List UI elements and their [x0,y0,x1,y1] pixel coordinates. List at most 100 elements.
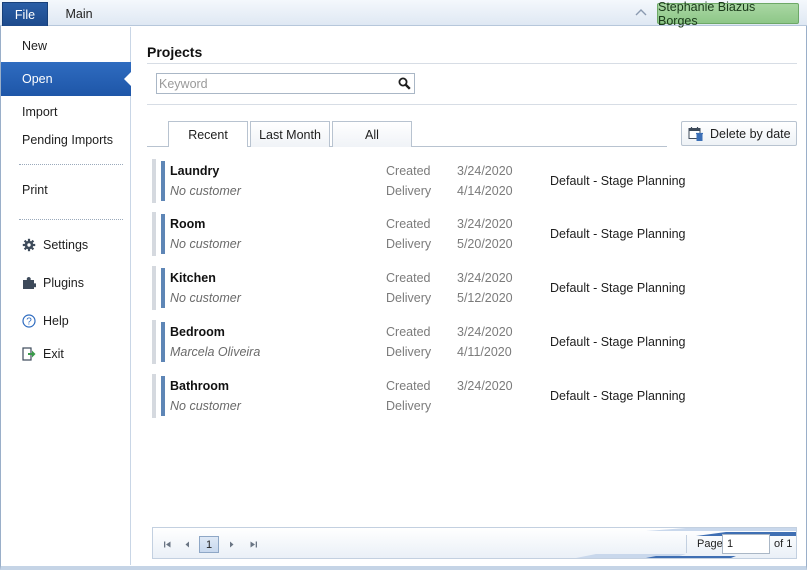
sidebar-item-label: New [22,39,48,53]
sidebar-item-label: Import [22,105,58,119]
project-name: Kitchen [170,271,216,285]
puzzle-icon [23,277,36,289]
sidebar-divider [19,164,123,165]
tab-last-month[interactable]: Last Month [250,121,330,147]
page-title: Projects [147,44,203,60]
sidebar-divider [19,219,123,220]
tab-recent[interactable]: Recent [168,121,248,147]
project-workflow: Default - Stage Planning [550,389,686,403]
created-date: 3/24/2020 [457,325,513,339]
project-customer: No customer [170,184,241,198]
page-label: Page [697,538,723,550]
first-page-button[interactable] [159,536,175,552]
next-page-button[interactable] [223,536,239,552]
delete-by-date-button[interactable]: Delete by date [681,121,797,146]
delivery-label: Delivery [386,345,432,359]
row-marker [161,268,165,308]
project-name: Laundry [170,164,220,178]
delete-by-date-label: Delete by date [710,126,791,141]
project-row[interactable]: Bedroom Marcela Oliveira Created Deliver… [152,320,797,364]
row-edge [152,159,156,203]
sidebar-item-exit[interactable]: Exit [1,341,131,367]
pager-divider [686,535,687,553]
pager: 1 Page of 1 [152,527,797,559]
search-input[interactable] [159,75,393,92]
delivery-label: Delivery [386,237,432,251]
delivery-label: Delivery [386,291,432,305]
search-box[interactable] [156,73,415,94]
sidebar-item-label: Print [22,183,48,197]
created-label: Created [386,217,431,231]
delivery-label: Delivery [386,399,432,413]
tab-all[interactable]: All [332,121,412,147]
project-row[interactable]: Kitchen No customer Created Delivery 3/2… [152,266,797,310]
delivery-date: 4/11/2020 [457,345,512,359]
project-workflow: Default - Stage Planning [550,281,686,295]
project-customer: No customer [170,291,241,305]
created-date: 3/24/2020 [457,271,513,285]
sidebar-item-new[interactable]: New [1,33,131,59]
sidebar-item-plugins[interactable]: Plugins [1,270,131,296]
project-workflow: Default - Stage Planning [550,227,686,241]
tab-main[interactable]: Main [50,2,108,26]
sidebar-item-settings[interactable]: Settings [1,232,131,258]
sidebar-item-open[interactable]: Open [1,62,132,96]
project-name: Bathroom [170,379,230,393]
project-row[interactable]: Room No customer Created Delivery 3/24/2… [152,212,797,256]
delivery-date: 5/20/2020 [457,237,513,251]
sidebar-item-label: Help [43,314,69,328]
prev-page-button[interactable] [179,536,195,552]
page-input[interactable] [722,534,770,554]
created-date: 3/24/2020 [457,379,513,393]
created-label: Created [386,379,431,393]
last-page-button[interactable] [245,536,261,552]
page-count: of 1 [774,538,793,550]
project-customer: No customer [170,237,241,251]
project-row[interactable]: Laundry No customer Created Delivery 3/2… [152,159,797,203]
delivery-date: 5/12/2020 [457,291,513,305]
project-name: Room [170,217,206,231]
chevron-up-icon[interactable] [634,6,648,18]
user-badge[interactable]: Stephanie Biazus Borges [657,0,799,28]
row-edge [152,374,156,418]
next-page-icon [229,541,233,547]
project-name: Bedroom [170,325,225,339]
sidebar-item-label: Plugins [43,276,84,290]
sidebar-item-import[interactable]: Import [1,99,131,125]
projects-panel: Projects Recent Last Month All Delete by… [132,27,805,565]
sidebar-item-label: Settings [43,238,89,252]
project-row[interactable]: Bathroom No customer Created Delivery 3/… [152,374,797,418]
row-marker [161,322,165,362]
sidebar-item-label: Open [22,72,53,86]
row-edge [152,266,156,310]
prev-page-icon [185,541,189,547]
row-marker [161,161,165,201]
delivery-date: 4/14/2020 [457,184,513,198]
svg-text:?: ? [26,317,32,328]
help-icon: ? [22,314,36,328]
divider [147,63,797,64]
project-workflow: Default - Stage Planning [550,174,686,188]
created-date: 3/24/2020 [457,217,513,231]
created-date: 3/24/2020 [457,164,513,178]
row-marker [161,214,165,254]
divider [147,104,797,105]
created-label: Created [386,164,431,178]
sidebar-item-help[interactable]: ? Help [1,308,131,334]
first-page-icon [163,541,170,547]
sidebar-item-print[interactable]: Print [1,177,131,203]
search-icon[interactable] [398,77,411,90]
page-number-button[interactable]: 1 [199,536,219,553]
tab-file[interactable]: File [2,2,48,26]
sidebar-item-pending-imports[interactable]: Pending Imports [1,127,131,153]
project-customer: Marcela Oliveira [170,345,261,359]
created-label: Created [386,325,431,339]
row-edge [152,212,156,256]
project-customer: No customer [170,399,241,413]
row-marker [161,376,165,416]
row-edge [152,320,156,364]
sidebar-item-label: Pending Imports [22,133,114,147]
delivery-label: Delivery [386,184,432,198]
last-page-icon [250,541,257,547]
sidebar-item-label: Exit [43,347,64,361]
